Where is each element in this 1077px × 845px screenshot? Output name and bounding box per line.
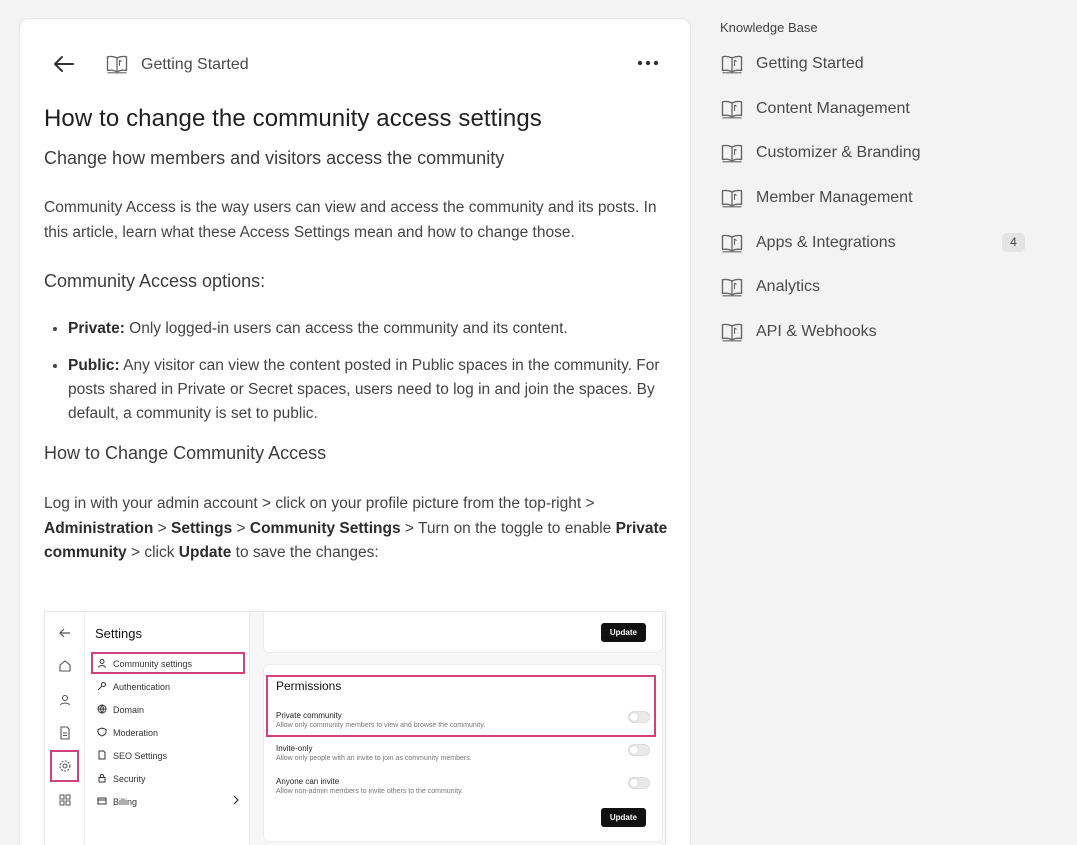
book-icon	[106, 54, 128, 74]
key-icon	[97, 682, 106, 691]
sidebar-item-label: Analytics	[756, 278, 821, 295]
back-arrow-icon	[59, 628, 70, 638]
option-row: Anyone can invite Allow non-admin members…	[276, 777, 665, 795]
list-item: Private: Only logged-in users can access…	[68, 317, 668, 341]
book-icon	[721, 233, 743, 253]
article-header: Getting Started	[20, 19, 690, 99]
update-panel: Update	[263, 612, 663, 653]
book-icon	[721, 54, 743, 74]
book-icon	[721, 188, 743, 208]
shield-icon	[97, 727, 107, 737]
permissions-panel: Permissions Private community Allow only …	[263, 664, 663, 842]
article-subtitle: Change how members and visitors access t…	[44, 148, 505, 168]
toggle	[628, 711, 650, 723]
update-button: Update	[600, 623, 646, 642]
sidebar-item-label: Customizer & Branding	[756, 144, 921, 161]
list-item: Community settings	[97, 658, 192, 669]
breadcrumb[interactable]: Getting Started	[141, 56, 249, 74]
chevron-right-icon	[233, 795, 239, 805]
sidebar-item-apps-integrations[interactable]: Apps & Integrations 4	[721, 231, 1031, 255]
home-icon	[59, 660, 71, 672]
list-item: Authentication	[97, 681, 170, 692]
list-item: Moderation	[97, 727, 158, 738]
toggle	[628, 744, 650, 756]
sidebar-item-label: Content Management	[756, 100, 910, 117]
globe-icon	[97, 704, 107, 714]
intro-paragraph: Community Access is the way users can vi…	[44, 199, 657, 241]
document-icon	[60, 726, 70, 740]
book-icon	[721, 99, 743, 119]
sidebar-item-member-management[interactable]: Member Management	[721, 186, 1031, 210]
article-body: How to change the community access setti…	[44, 103, 668, 566]
article-card: Getting Started How to change the commun…	[19, 18, 691, 845]
toggle	[628, 777, 650, 789]
options-heading: Community Access options:	[44, 271, 266, 291]
option-row: Private community Allow only community me…	[276, 711, 665, 729]
option-row: Invite-only Allow only people with an inv…	[276, 744, 665, 762]
card-icon	[97, 797, 107, 805]
document-icon	[98, 750, 106, 760]
sidebar-item-label: Member Management	[756, 189, 913, 206]
screenshot-title: Settings	[95, 626, 142, 641]
sidebar-item-label: Getting Started	[756, 55, 864, 72]
screenshot-rail	[45, 612, 85, 845]
user-icon	[59, 694, 71, 706]
back-arrow-icon[interactable]	[52, 52, 76, 76]
list-item: Public: Any visitor can view the content…	[68, 354, 668, 426]
gear-icon	[59, 760, 71, 772]
sidebar-item-getting-started[interactable]: Getting Started	[721, 52, 1031, 76]
list-item: SEO Settings	[97, 750, 167, 761]
sidebar-item-label: API & Webhooks	[756, 323, 877, 340]
book-icon	[721, 277, 743, 297]
sidebar-item-label: Apps & Integrations	[756, 234, 896, 251]
page-title: How to change the community access setti…	[44, 105, 542, 132]
screenshot-settings-nav: Settings Community settings Authenticati…	[85, 612, 250, 845]
sidebar-item-content-management[interactable]: Content Management	[721, 97, 1031, 121]
update-button: Update	[600, 808, 646, 827]
list-item: Billing	[97, 796, 137, 807]
list-item: Security	[97, 773, 146, 784]
count-badge: 4	[1002, 233, 1025, 252]
user-icon	[98, 659, 106, 668]
book-icon	[721, 322, 743, 342]
settings-screenshot: Settings Community settings Authenticati…	[44, 611, 666, 845]
sidebar-item-api-webhooks[interactable]: API & Webhooks	[721, 320, 1031, 344]
change-heading: How to Change Community Access	[44, 443, 327, 463]
options-list: Private: Only logged-in users can access…	[44, 317, 668, 426]
sidebar-item-customizer-branding[interactable]: Customizer & Branding	[721, 141, 1031, 165]
steps-paragraph: Log in with your admin account > click o…	[44, 495, 668, 561]
knowledge-base-title: Knowledge Base	[720, 20, 818, 35]
lock-icon	[98, 774, 106, 783]
more-icon[interactable]	[634, 53, 662, 73]
book-icon	[721, 143, 743, 163]
grid-icon	[59, 794, 71, 806]
sidebar-item-analytics[interactable]: Analytics	[721, 275, 1031, 299]
list-item: Domain	[97, 704, 144, 715]
